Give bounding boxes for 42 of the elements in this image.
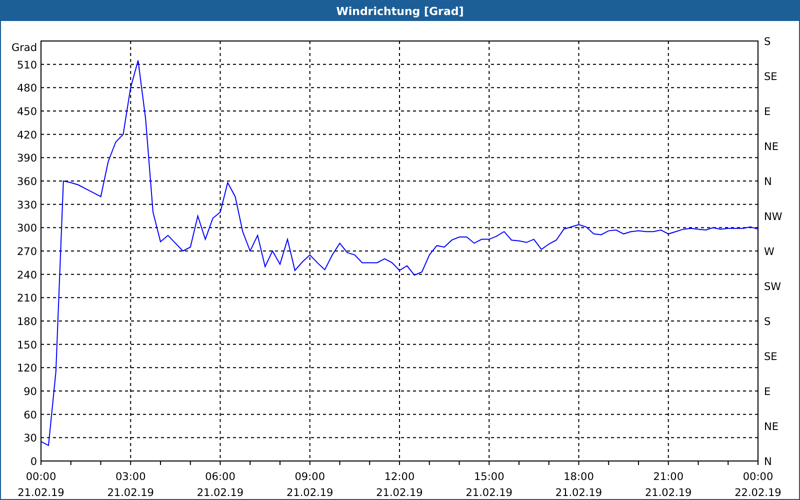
x-tick-label: 00:00 21.02.19 [18,471,64,499]
compass-tick-label: SE [764,351,778,363]
y-tick-label: 480 [16,82,37,95]
y-tick-label: 330 [16,199,37,212]
x-tick-label: 06:00 21.02.19 [196,471,244,499]
compass-tick-label: E [764,386,771,398]
x-tick-label: 12:00 21.02.19 [376,471,423,499]
y-tick-label: 150 [16,339,37,352]
window-title: Windrichtung [Grad] [1,1,799,21]
x-tick-label: 09:00 21.02.19 [286,471,334,499]
y-tick-label: 420 [16,129,37,142]
y-tick-label: 120 [16,362,37,375]
compass-tick-label: S [764,36,771,48]
y-tick-label: 60 [24,409,37,422]
compass-tick-label: E [764,106,771,118]
y-tick-label: 390 [16,152,37,165]
y-tick-label: 0 [30,456,37,468]
y-tick-label: 240 [16,269,37,282]
y-tick-label: 30 [24,432,37,445]
compass-tick-label: N [764,176,772,188]
compass-tick-label: SW [764,281,782,293]
compass-tick-label: NW [764,211,782,223]
y-tick-label: 180 [16,316,37,328]
y-tick-label: 210 [16,292,37,305]
x-tick-label: 03:00 21.02.19 [107,471,154,499]
compass-tick-label: N [764,456,772,468]
y-tick-label: 300 [16,222,37,235]
compass-tick-label: NE [764,421,778,433]
compass-tick-label: S [764,316,771,328]
x-tick-label: 18:00 21.02.19 [555,471,602,499]
x-tick-label: 00:00 22.02.19 [734,471,782,499]
x-tick-label: 15:00 21.02.19 [466,471,512,499]
x-tick-label: 21:00 21.02.19 [645,471,692,499]
compass-tick-label: NE [764,141,778,153]
y-tick-label: 270 [16,246,37,258]
compass-tick-label: SE [764,71,778,83]
y-tick-label: 510 [16,59,37,72]
compass-tick-label: W [764,246,774,258]
y-tick-label: 450 [16,106,37,118]
y-tick-label: 360 [16,176,37,188]
y-axis-label: Grad [11,42,37,54]
y-tick-label: 90 [24,386,37,398]
